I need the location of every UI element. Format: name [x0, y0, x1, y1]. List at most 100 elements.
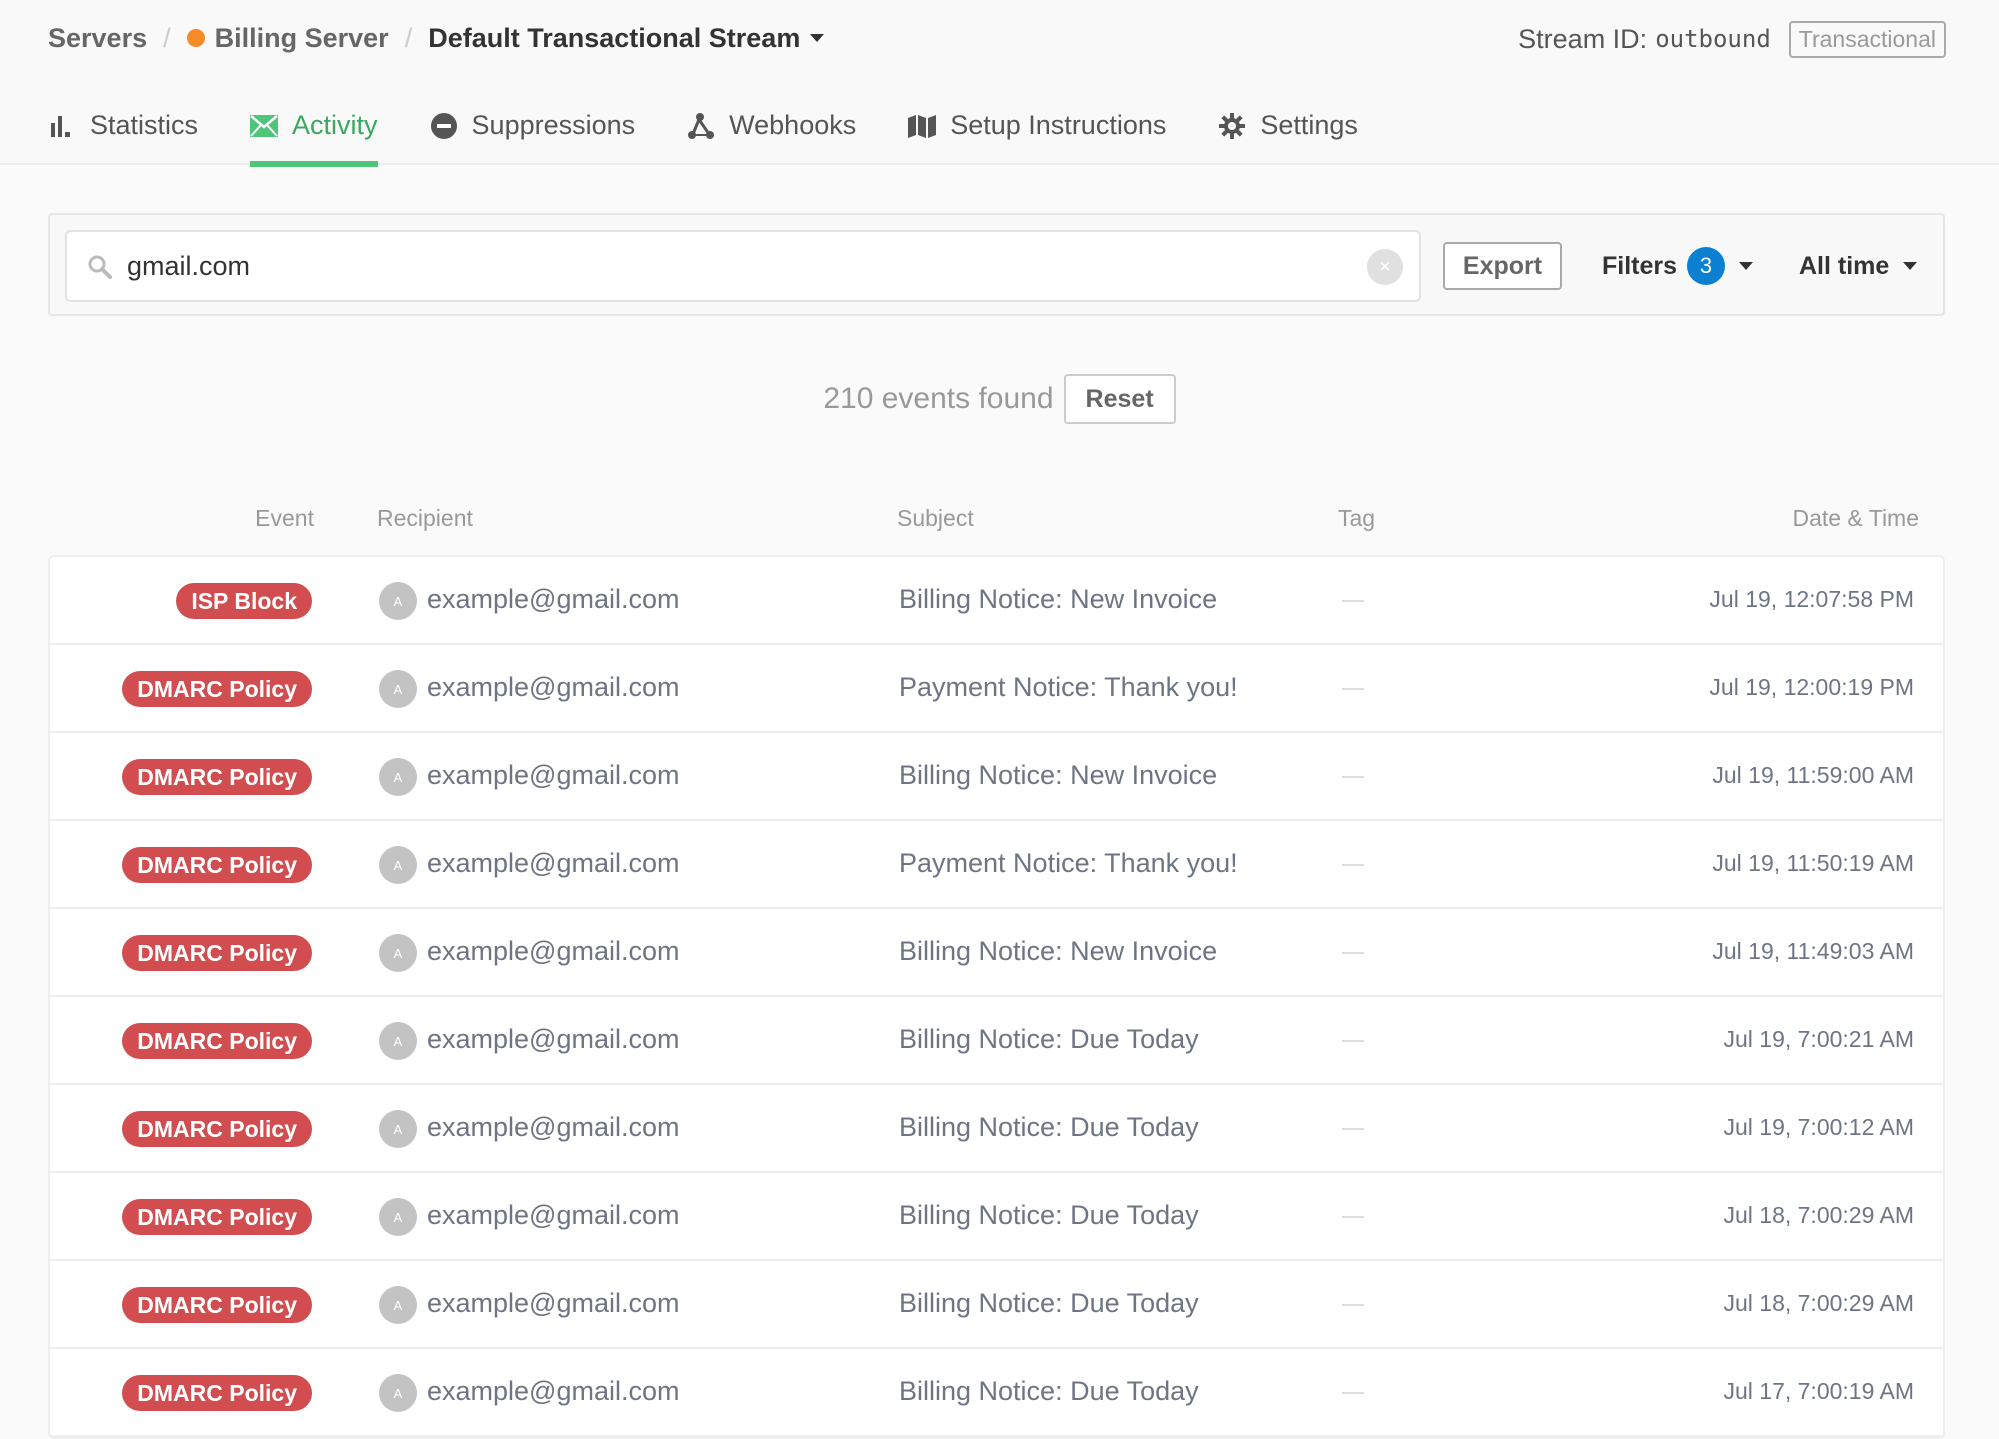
avatar: A [379, 1198, 417, 1236]
event-badge: DMARC Policy [122, 935, 312, 971]
tag-empty-dash [1342, 864, 1364, 866]
tab-label: Activity [292, 110, 378, 140]
breadcrumb-server-link[interactable]: Billing Server [215, 23, 389, 54]
stream-id-value: outbound [1655, 25, 1771, 53]
tab-label: Setup Instructions [950, 110, 1167, 140]
recipient-email: example@gmail.com [427, 1288, 680, 1318]
stream-name: Default Transactional Stream [428, 22, 801, 53]
event-datetime: Jul 19, 7:00:12 AM [1723, 1114, 1914, 1140]
clear-search-button[interactable]: × [1367, 249, 1403, 285]
avatar: A [379, 934, 417, 972]
event-badge: DMARC Policy [122, 759, 312, 795]
recipient-email: example@gmail.com [427, 760, 680, 790]
recipient-email: example@gmail.com [427, 936, 680, 966]
email-subject: Billing Notice: Due Today [899, 1376, 1199, 1406]
gear-icon [1218, 112, 1246, 140]
filters-label: Filters [1602, 251, 1678, 280]
avatar: A [379, 758, 417, 796]
event-badge: DMARC Policy [122, 1375, 312, 1411]
stream-type-badge: Transactional [1788, 20, 1946, 58]
breadcrumb-servers-link[interactable]: Servers [48, 23, 147, 54]
email-subject: Billing Notice: Due Today [899, 1112, 1199, 1142]
breadcrumb: Servers / Billing Server / Default Trans… [48, 20, 825, 56]
tab-suppressions[interactable]: Suppressions [430, 104, 636, 165]
webhook-icon [687, 112, 715, 140]
email-subject: Billing Notice: New Invoice [899, 760, 1218, 790]
event-datetime: Jul 19, 11:49:03 AM [1712, 938, 1914, 964]
stream-selector-dropdown[interactable]: Default Transactional Stream [428, 22, 825, 54]
email-subject: Billing Notice: New Invoice [899, 936, 1218, 966]
search-input[interactable] [127, 232, 1327, 300]
avatar: A [379, 846, 417, 884]
table-row[interactable]: DMARC Policy A example@gmail.com Billing… [50, 733, 1943, 821]
event-badge: DMARC Policy [122, 1111, 312, 1147]
recipient-email: example@gmail.com [427, 1376, 680, 1406]
recipient-email: example@gmail.com [427, 584, 680, 614]
event-datetime: Jul 19, 12:00:19 PM [1709, 674, 1914, 700]
table-row[interactable]: DMARC Policy A example@gmail.com Billing… [50, 1085, 1943, 1173]
table-row[interactable]: DMARC Policy A example@gmail.com Payment… [50, 645, 1943, 733]
results-count: 210 events found [823, 382, 1054, 415]
tag-empty-dash [1342, 600, 1364, 602]
stream-id-label: Stream ID: [1518, 23, 1648, 54]
tab-label: Suppressions [471, 110, 636, 140]
column-header-recipient: Recipient [377, 505, 473, 531]
minus-circle-icon [430, 112, 458, 140]
tag-empty-dash [1342, 1128, 1364, 1130]
column-header-event: Event [255, 505, 314, 531]
table-row[interactable]: DMARC Policy A example@gmail.com Billing… [50, 909, 1943, 997]
recipient-email: example@gmail.com [427, 848, 680, 878]
close-icon: × [1379, 255, 1391, 278]
breadcrumb-separator: / [404, 22, 413, 53]
chevron-down-icon [1739, 262, 1754, 270]
bar-chart-icon [48, 112, 76, 140]
reset-button[interactable]: Reset [1063, 374, 1176, 424]
table-row[interactable]: DMARC Policy A example@gmail.com Billing… [50, 1349, 1943, 1437]
email-subject: Billing Notice: New Invoice [899, 584, 1218, 614]
tab-setup-instructions[interactable]: Setup Instructions [908, 104, 1166, 165]
filters-count-badge: 3 [1687, 247, 1726, 285]
table-row[interactable]: DMARC Policy A example@gmail.com Billing… [50, 997, 1943, 1085]
filters-dropdown[interactable]: Filters 3 [1602, 242, 1754, 290]
event-datetime: Jul 18, 7:00:29 AM [1723, 1202, 1914, 1228]
email-subject: Billing Notice: Due Today [899, 1024, 1199, 1054]
tab-webhooks[interactable]: Webhooks [687, 104, 856, 165]
tab-label: Settings [1260, 110, 1358, 140]
filter-panel: × Export Filters 3 All time [48, 213, 1945, 316]
chevron-down-icon [810, 34, 825, 42]
table-row[interactable]: DMARC Policy A example@gmail.com Billing… [50, 1173, 1943, 1261]
time-range-dropdown[interactable]: All time [1799, 242, 1918, 290]
email-subject: Billing Notice: Due Today [899, 1200, 1199, 1230]
table-row[interactable]: DMARC Policy A example@gmail.com Payment… [50, 821, 1943, 909]
search-icon [87, 254, 113, 280]
tab-settings[interactable]: Settings [1218, 104, 1358, 165]
tab-bar: Statistics Activity Suppressions Webhook… [48, 104, 1410, 167]
tab-label: Statistics [90, 110, 199, 140]
recipient-email: example@gmail.com [427, 1200, 680, 1230]
event-badge: ISP Block [176, 583, 312, 619]
stream-info: Stream ID: outbound Transactional [1518, 20, 1946, 58]
event-badge: DMARC Policy [122, 671, 312, 707]
recipient-email: example@gmail.com [427, 672, 680, 702]
results-summary: 210 events found Reset [0, 374, 1999, 424]
tag-empty-dash [1342, 1040, 1364, 1042]
event-datetime: Jul 19, 7:00:21 AM [1723, 1026, 1914, 1052]
server-status-dot [186, 29, 205, 47]
top-bar: Servers / Billing Server / Default Trans… [0, 0, 1999, 167]
table-row[interactable]: ISP Block A example@gmail.com Billing No… [50, 557, 1943, 645]
tab-statistics[interactable]: Statistics [48, 104, 198, 165]
table-row[interactable]: DMARC Policy A example@gmail.com Billing… [50, 1261, 1943, 1349]
activity-table: ISP Block A example@gmail.com Billing No… [48, 555, 1945, 1439]
tab-label: Webhooks [729, 110, 857, 140]
email-subject: Billing Notice: Due Today [899, 1288, 1199, 1318]
avatar: A [379, 1374, 417, 1412]
email-subject: Payment Notice: Thank you! [899, 848, 1238, 878]
tag-empty-dash [1342, 1304, 1364, 1306]
tag-empty-dash [1342, 952, 1364, 954]
recipient-email: example@gmail.com [427, 1024, 680, 1054]
tab-activity[interactable]: Activity [250, 104, 378, 167]
avatar: A [379, 1022, 417, 1060]
time-range-label: All time [1799, 251, 1890, 280]
export-button[interactable]: Export [1443, 242, 1562, 290]
chevron-down-icon [1903, 262, 1918, 270]
